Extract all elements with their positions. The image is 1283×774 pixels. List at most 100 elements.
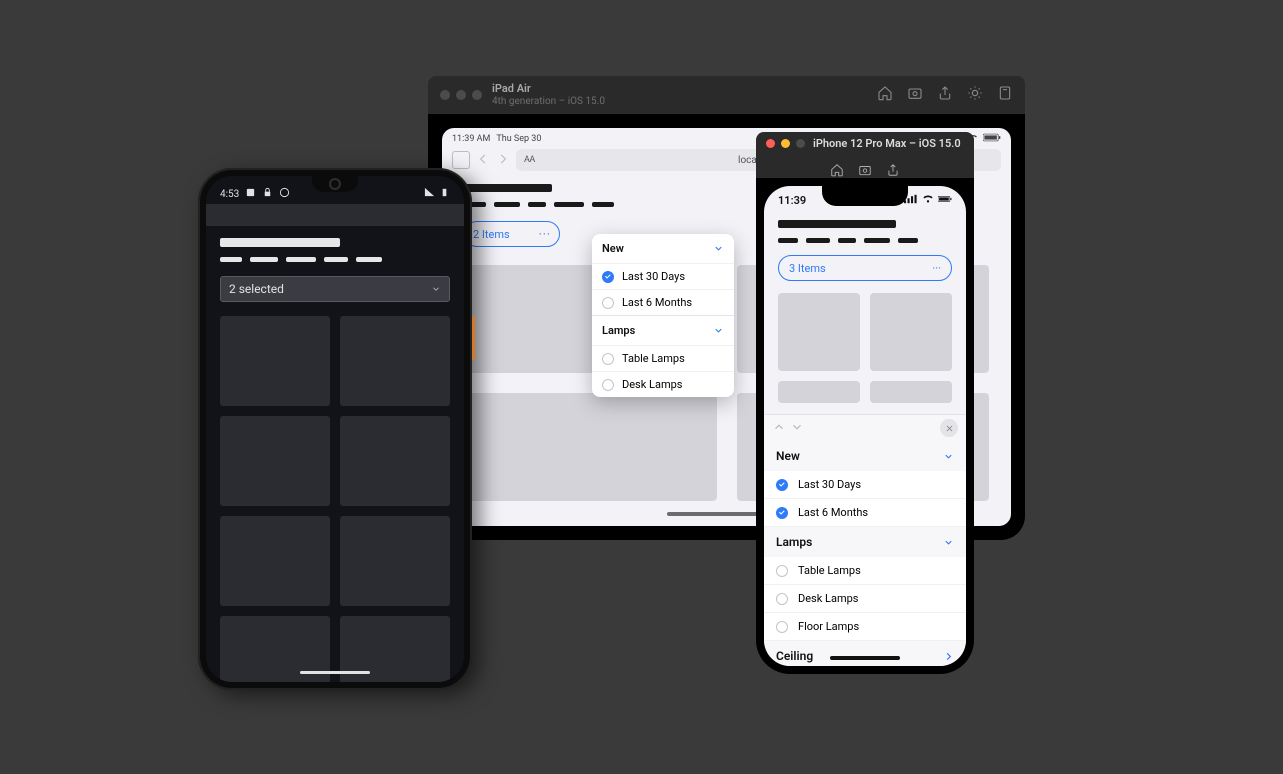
radio-unchecked-icon — [776, 593, 788, 605]
filter-option[interactable]: Last 6 Months — [592, 289, 734, 315]
back-icon[interactable] — [476, 151, 490, 170]
home-indicator[interactable] — [300, 671, 370, 674]
signal-icon — [424, 187, 435, 201]
filter-option[interactable]: Table Lamps — [764, 557, 966, 585]
minimize-dot[interactable] — [781, 139, 790, 148]
filter-option[interactable]: Last 6 Months — [764, 499, 966, 527]
home-icon[interactable] — [877, 85, 893, 105]
filter-pill[interactable]: 3 Items ··· — [778, 255, 952, 281]
filter-group-title: Lamps — [602, 324, 635, 337]
filter-option[interactable]: Last 30 Days — [592, 263, 734, 289]
product-grid — [220, 316, 450, 682]
zoom-dot[interactable] — [472, 90, 482, 100]
filter-group-title: New — [602, 242, 624, 255]
product-card[interactable] — [220, 416, 330, 506]
battery-icon — [983, 133, 1001, 145]
filter-select-label: 2 selected — [229, 282, 284, 296]
breadcrumb-placeholder — [778, 238, 952, 243]
filter-group-header-lamps[interactable]: Lamps — [764, 527, 966, 557]
share-icon[interactable] — [937, 85, 953, 105]
filter-option[interactable]: Floor Lamps — [764, 613, 966, 641]
filter-group-header-new[interactable]: New — [764, 441, 966, 471]
filter-option-label: Last 30 Days — [798, 478, 861, 491]
product-card[interactable] — [464, 393, 717, 501]
chevron-up-icon[interactable] — [772, 419, 786, 438]
product-card[interactable] — [220, 516, 330, 606]
filter-option[interactable]: Desk Lamps — [592, 371, 734, 397]
appearance-icon[interactable] — [967, 85, 983, 105]
close-button[interactable] — [940, 419, 958, 437]
radio-checked-icon — [602, 271, 614, 283]
chevron-down-icon — [713, 325, 724, 336]
ipad-sim-titlebar[interactable]: iPad Air 4th generation – iOS 15.0 — [428, 76, 1025, 114]
filter-group-header-new[interactable]: New — [592, 234, 734, 263]
chevron-down-icon — [943, 451, 954, 462]
filter-group-header-ceiling[interactable]: Ceiling — [764, 641, 966, 666]
screenshot-icon[interactable] — [907, 85, 923, 105]
iphone-sim-titlebar[interactable]: iPhone 12 Pro Max – iOS 15.0 — [756, 132, 974, 178]
notch — [822, 186, 908, 206]
battery-icon — [938, 194, 952, 207]
product-card[interactable] — [778, 381, 860, 403]
power-button[interactable] — [472, 316, 475, 360]
product-card[interactable] — [870, 381, 952, 403]
minimize-dot[interactable] — [456, 90, 466, 100]
product-card[interactable] — [340, 416, 450, 506]
iphone-page-content: 3 Items ··· — [764, 216, 966, 407]
radio-unchecked-icon — [602, 379, 614, 391]
filter-option-label: Desk Lamps — [798, 592, 858, 605]
status-date: Thu Sep 30 — [496, 134, 541, 144]
chevron-down-icon[interactable] — [790, 419, 804, 438]
radio-unchecked-icon — [602, 297, 614, 309]
status-time: 4:53 — [220, 189, 239, 200]
battery-icon — [439, 187, 450, 201]
product-card[interactable] — [778, 293, 860, 371]
filter-bottom-sheet: New Last 30 Days Last 6 Months Lamps — [764, 414, 966, 666]
filter-option[interactable]: Last 30 Days — [764, 471, 966, 499]
filter-pill-more[interactable]: ··· — [539, 227, 551, 241]
filter-group-title: New — [776, 449, 800, 463]
status-time: 11:39 AM — [452, 134, 490, 144]
filter-pill[interactable]: 2 Items ··· — [464, 221, 560, 247]
sidebar-toggle-icon[interactable] — [452, 151, 470, 169]
chevron-right-icon — [943, 651, 954, 662]
product-grid — [778, 293, 952, 403]
product-card[interactable] — [340, 316, 450, 406]
filter-group-header-lamps[interactable]: Lamps — [592, 316, 734, 345]
iphone-simulator-window: iPhone 12 Pro Max – iOS 15.0 11:39 — [756, 132, 974, 674]
iphone-screen: 11:39 3 Items ··· — [764, 186, 966, 666]
share-icon[interactable] — [886, 162, 900, 180]
filter-group-title: Lamps — [776, 535, 812, 549]
filter-option[interactable]: Desk Lamps — [764, 585, 966, 613]
window-controls[interactable] — [766, 139, 805, 148]
filter-select[interactable]: 2 selected — [220, 276, 450, 302]
iphone-sim-title: iPhone 12 Pro Max – iOS 15.0 — [813, 137, 961, 150]
filter-group-title: Ceiling — [776, 649, 813, 663]
chevron-down-icon — [713, 243, 724, 254]
rotate-icon[interactable] — [997, 85, 1013, 105]
home-icon[interactable] — [830, 162, 844, 180]
filter-option-label: Desk Lamps — [622, 378, 682, 391]
product-card[interactable] — [870, 293, 952, 371]
filter-option[interactable]: Table Lamps — [592, 345, 734, 371]
window-controls[interactable] — [440, 90, 482, 100]
close-dot[interactable] — [766, 139, 775, 148]
screenshot-icon[interactable] — [858, 162, 872, 180]
status-time: 11:39 — [778, 194, 806, 207]
product-card[interactable] — [220, 316, 330, 406]
close-dot[interactable] — [440, 90, 450, 100]
lock-icon — [262, 187, 273, 201]
home-indicator[interactable] — [830, 656, 900, 660]
zoom-dot[interactable] — [796, 139, 805, 148]
forward-icon[interactable] — [496, 151, 510, 170]
filter-pill-more[interactable]: ··· — [932, 262, 941, 275]
radio-checked-icon — [776, 479, 788, 491]
radio-checked-icon — [776, 507, 788, 519]
heading-placeholder — [778, 220, 896, 228]
android-screen: 4:53 2 selected — [206, 176, 464, 682]
camera-notch — [312, 176, 358, 192]
filter-pill-label: 2 Items — [473, 228, 510, 241]
product-card[interactable] — [340, 516, 450, 606]
app-bar — [206, 204, 464, 226]
text-size-control[interactable]: AA — [524, 155, 535, 165]
